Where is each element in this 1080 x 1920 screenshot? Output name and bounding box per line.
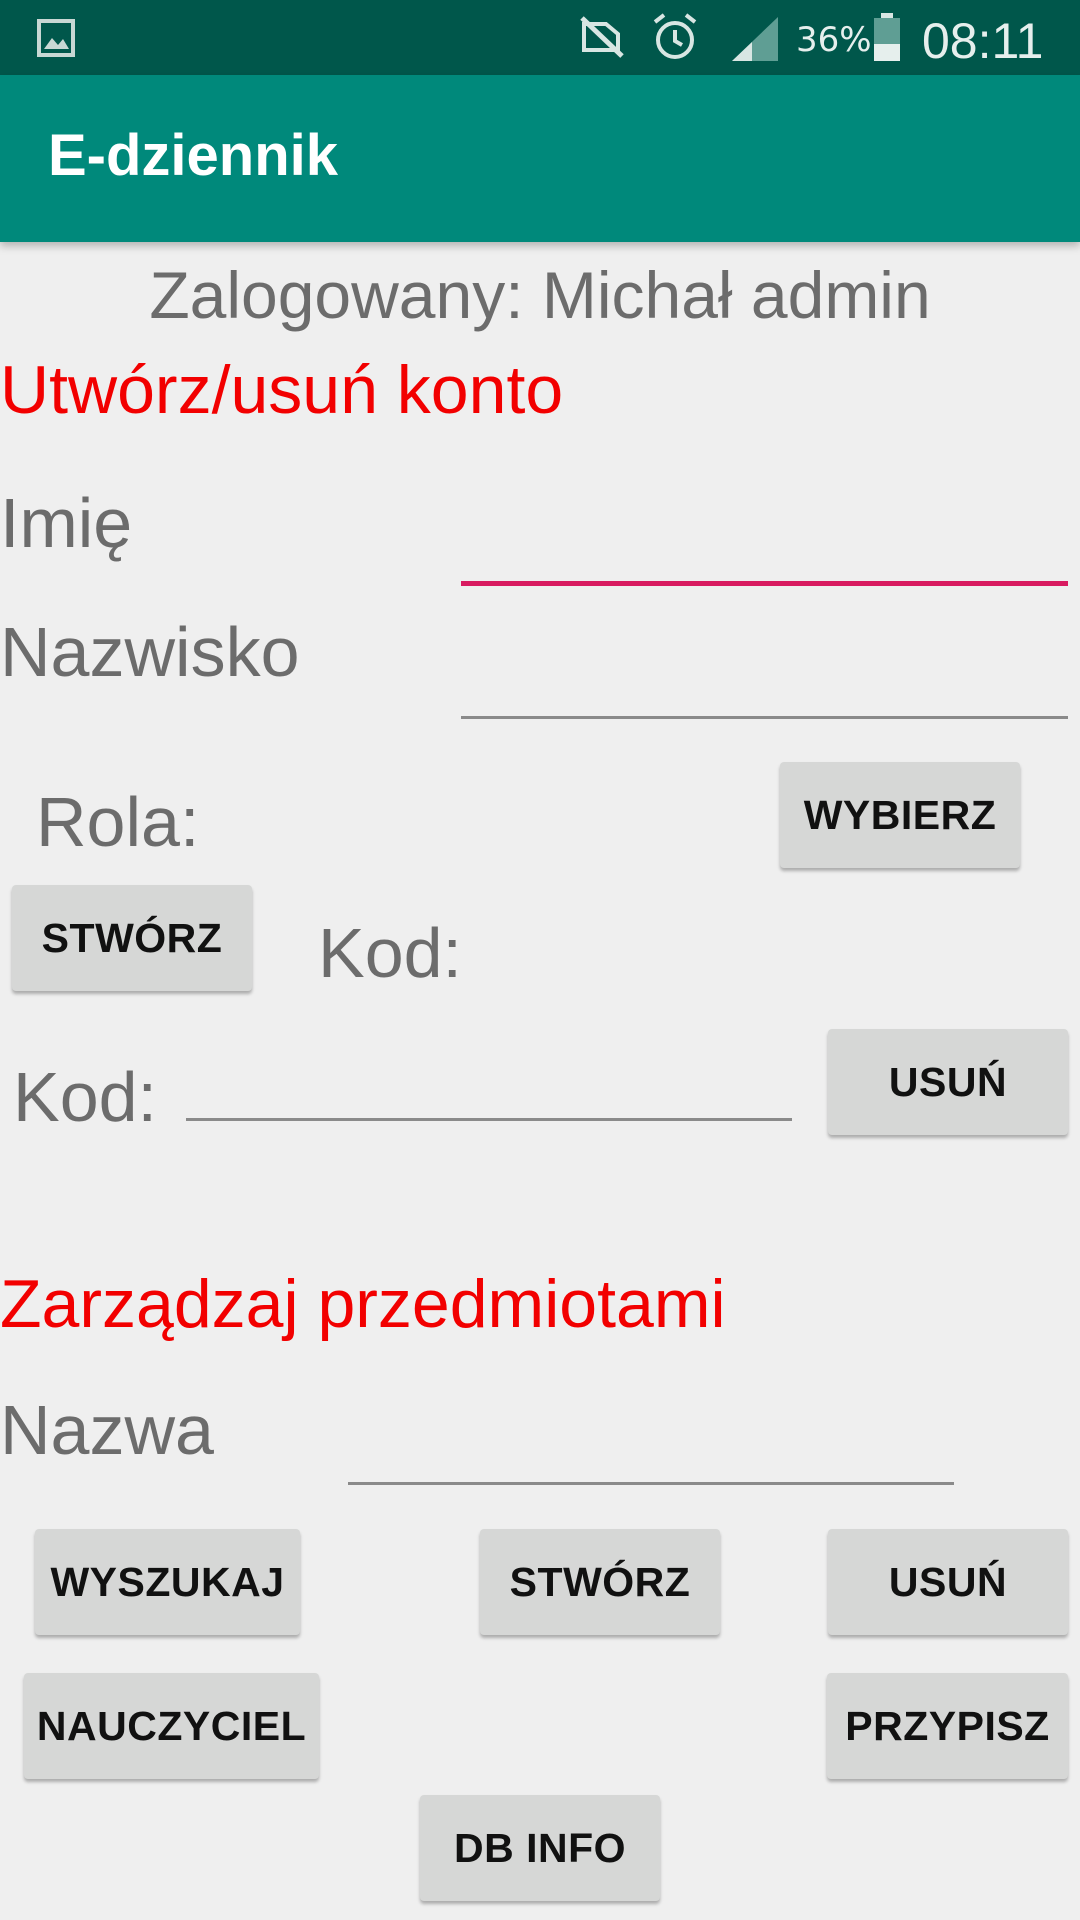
mute-icon	[580, 16, 624, 58]
account-section-title: Utwórz/usuń konto	[0, 352, 564, 428]
last-name-label: Nazwisko	[0, 613, 300, 691]
code-field[interactable]	[186, 1040, 792, 1124]
create-account-button[interactable]: STWÓRZ	[12, 885, 252, 991]
battery-icon	[874, 13, 900, 61]
assign-button[interactable]: PRZYPISZ	[827, 1673, 1068, 1779]
first-name-label: Imię	[0, 484, 133, 562]
delete-account-button[interactable]: USUŃ	[828, 1029, 1068, 1135]
first-name-field[interactable]	[460, 480, 1068, 588]
delete-subject-button[interactable]: USUŃ	[828, 1529, 1068, 1635]
role-label: Rola:	[36, 783, 200, 861]
alarm-icon	[653, 13, 697, 59]
create-subject-button[interactable]: STWÓRZ	[480, 1529, 720, 1635]
logged-in-label: Zalogowany: Michał admin	[149, 258, 931, 332]
signal-icon	[732, 17, 778, 61]
clock: 08:11	[922, 13, 1044, 69]
code-label: Kod:	[13, 1058, 157, 1136]
battery-percent: 36%	[796, 20, 872, 60]
status-bar: 36% 08:11	[0, 0, 1080, 75]
app-title: E-dziennik	[48, 123, 339, 188]
teacher-button[interactable]: NAUCZYCIEL	[24, 1673, 319, 1779]
db-info-button[interactable]: DB INFO	[420, 1795, 660, 1901]
generated-code-label: Kod:	[318, 914, 462, 992]
app-bar: E-dziennik	[0, 75, 1080, 242]
gallery-icon	[37, 19, 75, 57]
subjects-section-title: Zarządzaj przedmiotami	[0, 1266, 726, 1342]
subject-name-field[interactable]	[348, 1380, 954, 1488]
choose-role-button[interactable]: WYBIERZ	[780, 762, 1020, 868]
search-subject-button[interactable]: WYSZUKAJ	[35, 1529, 300, 1635]
last-name-field[interactable]	[460, 612, 1068, 720]
subject-name-label: Nazwa	[0, 1391, 214, 1469]
